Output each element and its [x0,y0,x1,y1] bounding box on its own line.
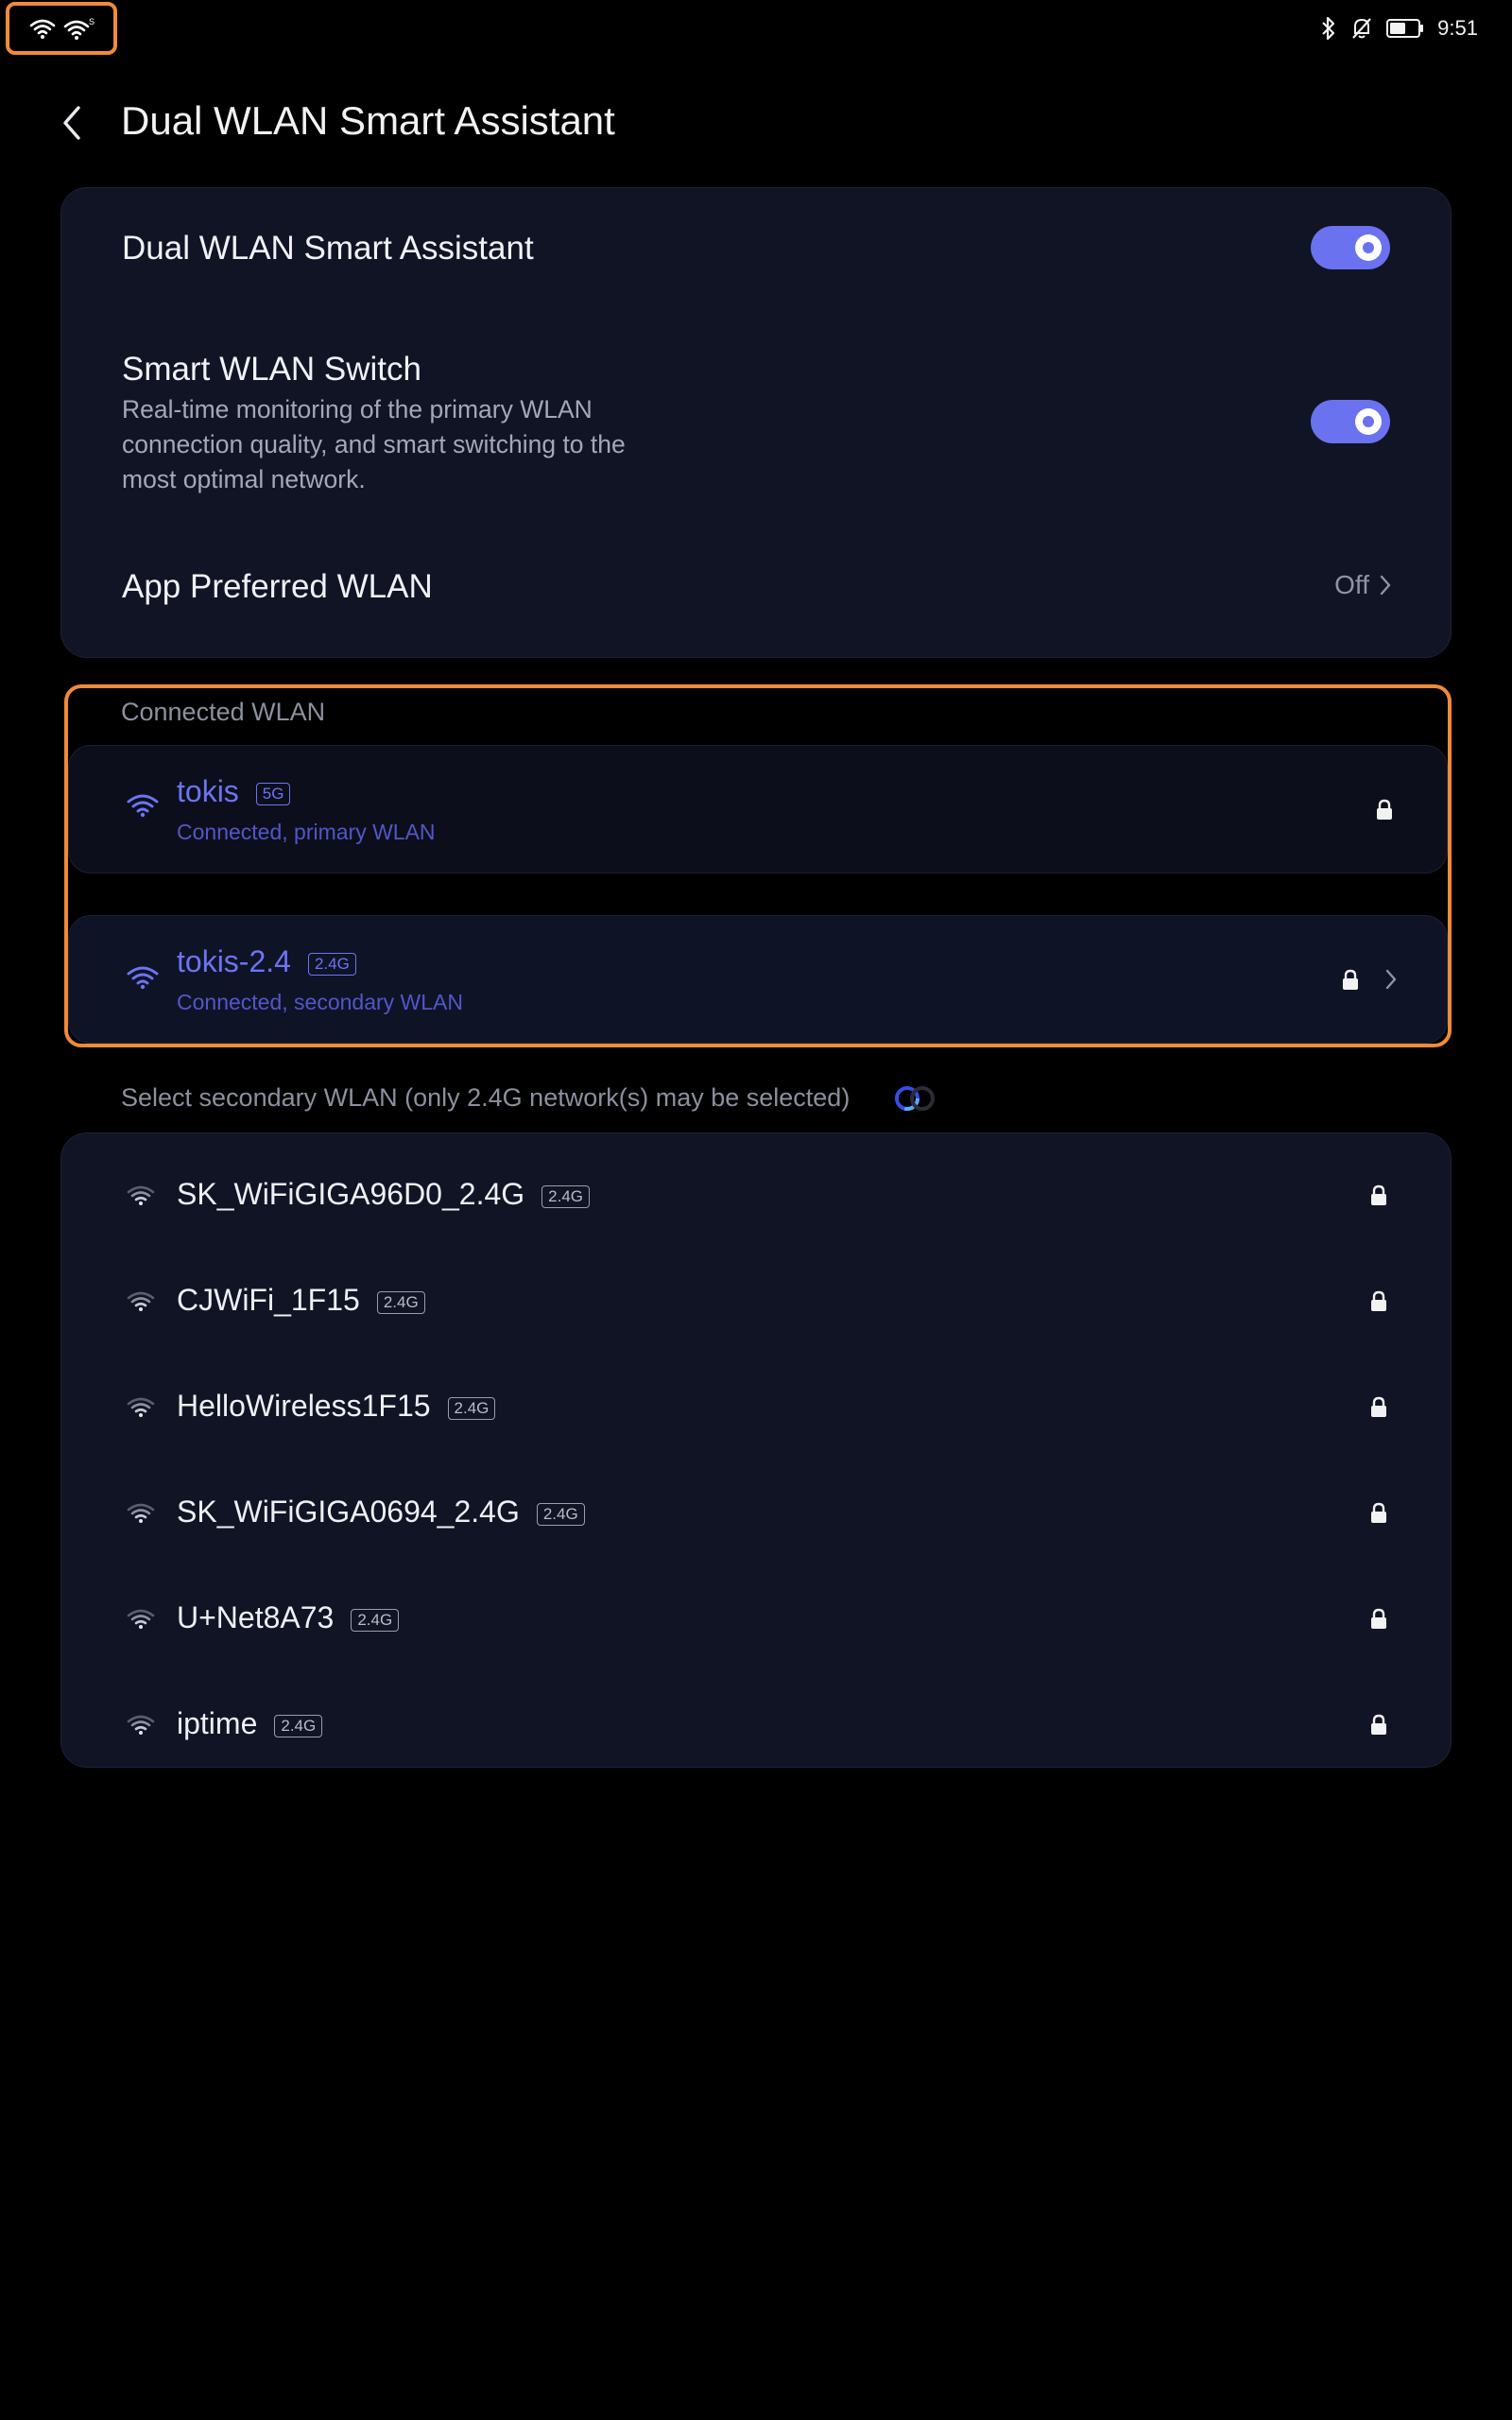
network-list-item[interactable]: SK_WiFiGIGA96D0_2.4G 2.4G [61,1143,1451,1249]
dual-wifi-status-indicator: S [6,2,117,55]
connected-wlan-label: Connected WLAN [121,698,326,726]
lock-icon [1343,969,1358,990]
network-name-row: SK_WiFiGIGA0694_2.4G 2.4G [177,1495,585,1530]
battery-icon [1386,19,1424,38]
network-list-item[interactable]: iptime 2.4G [61,1672,1451,1778]
status-bar: S 9:51 [0,0,1512,57]
wifi-signal-icon [127,966,159,990]
wifi-secondary-icon: S [63,17,94,40]
wifi-signal-icon [127,1397,155,1417]
band-tag: 2.4G [447,1396,496,1420]
band-tag: 2.4G [274,1714,323,1737]
lock-icon [1377,799,1392,820]
back-arrow-icon [63,106,80,140]
chevron-right-icon [1380,575,1391,596]
primary-wlan-name-row: tokis 5G [177,774,291,809]
smart-switch-toggle[interactable] [1311,400,1390,443]
lock-icon [1371,1290,1386,1311]
network-name: U+Net8A73 [177,1600,335,1634]
dual-assistant-row[interactable]: Dual WLAN Smart Assistant [61,188,1451,311]
wifi-signal-icon [127,1609,155,1629]
network-name: SK_WiFiGIGA0694_2.4G [177,1495,520,1529]
mute-bell-icon [1352,18,1371,39]
scanning-spinner-icon [895,1086,935,1111]
network-name: iptime [177,1706,258,1740]
wifi-signal-icon [127,1715,155,1735]
status-right: 9:51 [1320,11,1478,45]
chevron-right-icon[interactable] [1384,967,1398,992]
svg-text:S: S [89,17,94,26]
secondary-wlan-chooser-label: Select secondary WLAN (only 2.4G network… [121,1083,850,1112]
network-list-item[interactable]: SK_WiFiGIGA0694_2.4G 2.4G [61,1461,1451,1566]
wifi-signal-icon [127,1185,155,1205]
clock: 9:51 [1437,16,1478,40]
wifi-signal-icon [127,1291,155,1311]
secondary-wlan-name: tokis-2.4 [177,944,291,978]
secondary-wlan-name-row: tokis-2.4 2.4G [177,944,356,979]
band-tag: 2.4G [307,952,356,976]
settings-card: Dual WLAN Smart Assistant Smart WLAN Swi… [60,187,1452,658]
network-list-item[interactable]: U+Net8A73 2.4G [61,1566,1451,1672]
network-name: SK_WiFiGIGA96D0_2.4G [177,1177,525,1211]
network-list-item[interactable]: CJWiFi_1F15 2.4G [61,1249,1451,1355]
app-preferred-row[interactable]: App Preferred WLAN Off [61,519,1451,659]
lock-icon [1371,1502,1386,1523]
back-button[interactable] [51,102,93,144]
bluetooth-icon [1322,16,1335,41]
lock-icon [1371,1714,1386,1735]
smart-switch-label: Smart WLAN Switch [122,351,421,388]
primary-wlan-status: Connected, primary WLAN [177,820,436,844]
network-name-row: CJWiFi_1F15 2.4G [177,1283,425,1318]
secondary-wlan-item[interactable]: tokis-2.4 2.4G Connected, secondary WLAN [68,915,1448,1044]
network-name-row: iptime 2.4G [177,1706,323,1741]
band-tag: 2.4G [541,1184,590,1208]
wifi-icon [29,19,56,39]
dual-assistant-toggle[interactable] [1311,226,1390,269]
network-name: HelloWireless1F15 [177,1389,431,1423]
app-preferred-label: App Preferred WLAN [122,568,433,605]
band-tag: 2.4G [376,1290,425,1314]
available-networks-list: SK_WiFiGIGA96D0_2.4G 2.4G CJWiFi_1F15 2.4G… [60,1132,1452,1768]
network-list-item[interactable]: HelloWireless1F15 2.4G [61,1355,1451,1461]
network-name-row: HelloWireless1F15 2.4G [177,1389,496,1424]
smart-switch-description: Real-time monitoring of the primary WLAN… [122,395,626,493]
dual-assistant-label: Dual WLAN Smart Assistant [122,230,534,267]
band-tag: 5G [255,782,291,805]
primary-wlan-item[interactable]: tokis 5G Connected, primary WLAN [68,745,1448,873]
smart-switch-row[interactable]: Smart WLAN Switch Real-time monitoring o… [61,311,1451,519]
secondary-wlan-status: Connected, secondary WLAN [177,990,463,1014]
band-tag: 2.4G [536,1502,585,1526]
page-title: Dual WLAN Smart Assistant [121,98,615,143]
lock-icon [1371,1184,1386,1205]
wifi-signal-icon [127,1503,155,1523]
band-tag: 2.4G [351,1608,400,1632]
wifi-signal-icon [127,794,159,818]
network-name-row: U+Net8A73 2.4G [177,1600,400,1635]
network-name: CJWiFi_1F15 [177,1283,360,1317]
network-name-row: SK_WiFiGIGA96D0_2.4G 2.4G [177,1177,590,1212]
app-preferred-value-group: Off [1334,570,1392,600]
lock-icon [1371,1396,1386,1417]
app-preferred-value: Off [1334,570,1369,599]
primary-wlan-name: tokis [177,774,239,808]
page-header: Dual WLAN Smart Assistant [0,85,1512,161]
lock-icon [1371,1608,1386,1629]
